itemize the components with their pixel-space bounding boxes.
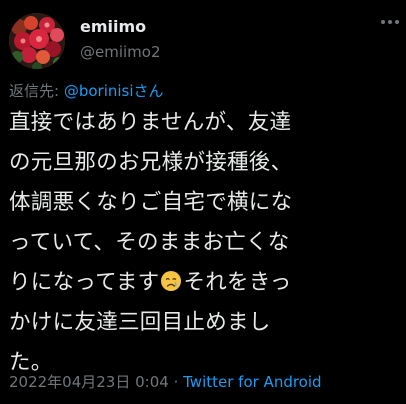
more-options-icon[interactable]	[378, 12, 402, 32]
reply-prefix: 返信先:	[9, 82, 64, 100]
tweet-body-line: の元旦那のお兄様が接種後、	[9, 150, 293, 175]
source-link[interactable]: Twitter for Android	[183, 373, 321, 391]
timestamp[interactable]: 2022年04月23日 0:04	[9, 373, 169, 391]
reply-context: 返信先: @borinisiさん	[9, 80, 164, 101]
tweet-body-line: っていて、そのままお亡くな	[9, 230, 290, 255]
tweet-body-line: 体調悪くなりご自宅で横にな	[9, 190, 293, 215]
reply-mention-link[interactable]: @borinisiさん	[64, 82, 164, 100]
tweet-meta: 2022年04月23日 0:04 · Twitter for Android	[9, 371, 322, 392]
tweet: emiimo @emiimo2 返信先: @borinisiさん 直接ではありま…	[0, 0, 406, 404]
crying-face-emoji-icon	[160, 266, 182, 291]
tweet-body-segment: りになってます	[9, 270, 160, 295]
tweet-body-segment: それをきっ	[183, 270, 292, 295]
rose-bouquet-avatar-icon	[9, 13, 65, 69]
tweet-body-line: りになってます それをきっ	[9, 263, 401, 303]
user-handle[interactable]: @emiimo2	[80, 43, 161, 61]
meta-separator: ·	[168, 373, 184, 391]
tweet-body-line: 直接ではありませんが、友達	[9, 110, 292, 135]
display-name[interactable]: emiimo	[80, 17, 146, 36]
avatar[interactable]	[9, 13, 65, 69]
tweet-body-line: かけに友達三回目止めまし	[9, 310, 271, 335]
tweet-body: 直接ではありませんが、友達 の元旦那のお兄様が接種後、 体調悪くなりご自宅で横に…	[9, 103, 401, 383]
